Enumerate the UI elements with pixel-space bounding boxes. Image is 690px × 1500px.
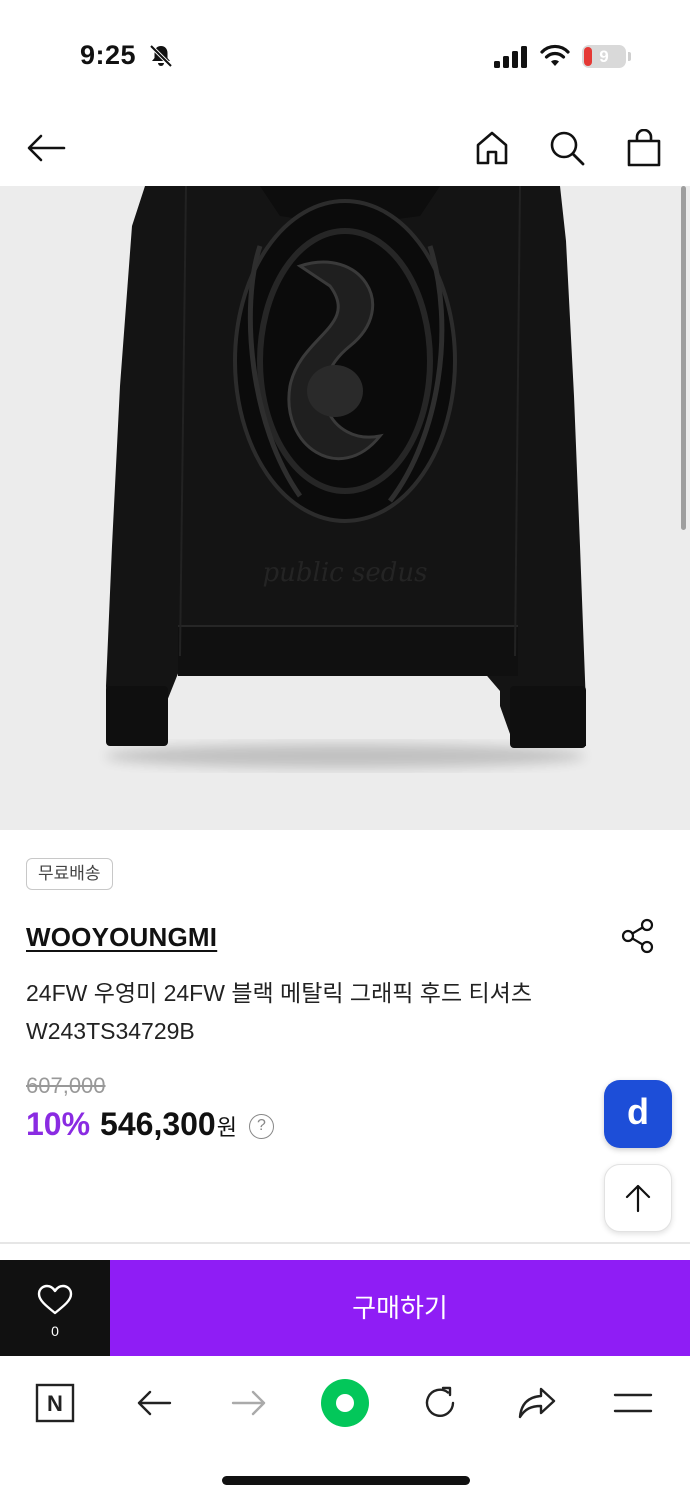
browser-back-button[interactable] xyxy=(127,1376,181,1430)
status-time: 9:25 xyxy=(80,40,137,70)
naver-n-icon: N xyxy=(35,1383,75,1423)
share-arrow-icon xyxy=(518,1387,556,1419)
scroll-top-button[interactable] xyxy=(604,1164,672,1232)
wishlist-button[interactable]: 0 xyxy=(0,1260,110,1356)
green-dot-button[interactable] xyxy=(318,1376,372,1430)
d-floating-button[interactable]: d xyxy=(604,1080,672,1148)
original-price: 607,000 xyxy=(26,1073,106,1098)
purchase-bar: 0 구매하기 xyxy=(0,1260,690,1356)
discount-rate: 10% xyxy=(26,1106,91,1142)
price-help-icon[interactable]: ? xyxy=(248,1113,274,1139)
sale-price: 546,300 xyxy=(100,1106,216,1142)
reload-button[interactable] xyxy=(413,1376,467,1430)
search-icon xyxy=(550,131,585,166)
battery-icon: 9 xyxy=(582,45,626,68)
wifi-icon xyxy=(540,44,570,66)
product-image[interactable]: public sedus xyxy=(0,186,690,830)
battery-level: 9 xyxy=(599,47,609,66)
menu-icon xyxy=(613,1393,653,1413)
battery-tip xyxy=(628,52,631,61)
divider xyxy=(0,1242,690,1244)
browser-toolbar: N xyxy=(0,1356,690,1456)
green-dot-icon xyxy=(321,1379,369,1427)
free-shipping-badge: 무료배송 xyxy=(26,858,113,890)
shopping-bag-icon xyxy=(627,129,661,167)
naver-home-button[interactable]: N xyxy=(28,1376,82,1430)
share-button[interactable] xyxy=(618,916,658,956)
bell-off-icon xyxy=(149,44,173,68)
price-row: 10% 546,300 원 ? xyxy=(26,1106,274,1146)
status-bar: 9:25 9 xyxy=(0,0,690,110)
svg-text:N: N xyxy=(47,1391,63,1416)
back-arrow-icon xyxy=(27,134,66,162)
heart-icon xyxy=(37,1284,73,1315)
cart-button[interactable] xyxy=(620,124,668,172)
signal-icon xyxy=(494,46,527,68)
search-button[interactable] xyxy=(543,124,591,172)
svg-text:public sedus: public sedus xyxy=(263,558,428,588)
hoodie-image: public sedus xyxy=(105,186,586,768)
back-icon xyxy=(137,1390,172,1416)
forward-icon xyxy=(231,1390,266,1416)
browser-forward-button[interactable] xyxy=(222,1376,276,1430)
arrow-up-icon xyxy=(625,1184,651,1213)
reload-icon xyxy=(425,1386,455,1417)
share-icon xyxy=(621,918,654,954)
browser-share-button[interactable] xyxy=(510,1376,564,1430)
back-button[interactable] xyxy=(22,124,70,172)
brand-link[interactable]: WOOYOUNGMI xyxy=(26,922,217,953)
product-title: 24FW 우영미 24FW 블랙 메탈릭 그래픽 후드 티셔츠 W243TS34… xyxy=(26,980,532,1044)
home-button[interactable] xyxy=(468,124,516,172)
home-icon xyxy=(476,131,508,165)
top-nav xyxy=(0,110,690,186)
browser-menu-button[interactable] xyxy=(606,1376,660,1430)
wishlist-count: 0 xyxy=(51,1323,59,1339)
home-indicator[interactable] xyxy=(222,1476,470,1485)
image-scrollbar[interactable] xyxy=(681,186,686,530)
buy-button[interactable]: 구매하기 xyxy=(110,1260,690,1356)
currency-unit: 원 xyxy=(216,1115,237,1140)
